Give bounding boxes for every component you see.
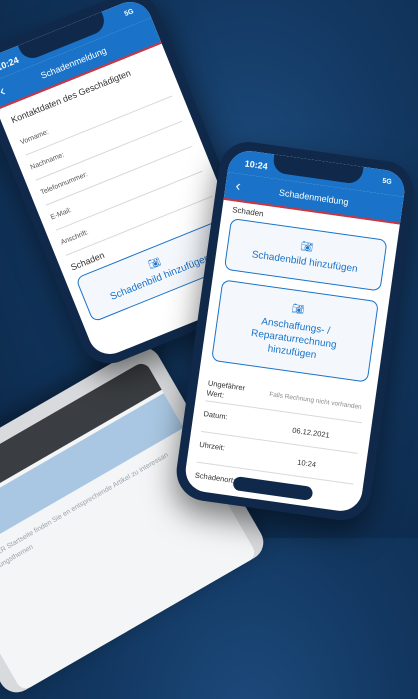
status-time: 10:24 — [244, 158, 269, 172]
time-value: 10:24 — [296, 457, 317, 470]
date-value: 06.12.2021 — [291, 425, 331, 440]
value-placeholder: Falls Rechnung nicht vorhanden — [268, 391, 363, 411]
phone2-content: Schaden 📷︎ Schadenbild hinzufügen 📷︎ Ans… — [183, 198, 400, 514]
signal-indicator: 5G — [381, 177, 393, 186]
date-label: Datum: — [202, 409, 229, 422]
time-label: Uhrzeit: — [198, 439, 226, 453]
add-invoice-button[interactable]: 📷︎ Anschaffungs- / Reparaturrechnung hin… — [211, 279, 379, 383]
value-label: Ungefährer Wert: — [205, 378, 246, 400]
phone2-screen: 10:24 5G ‹ Schadenmeldung Schaden 📷︎ Sch… — [182, 148, 408, 514]
status-time: 10:24 — [0, 54, 21, 73]
signal-indicator: 5G — [123, 8, 135, 19]
